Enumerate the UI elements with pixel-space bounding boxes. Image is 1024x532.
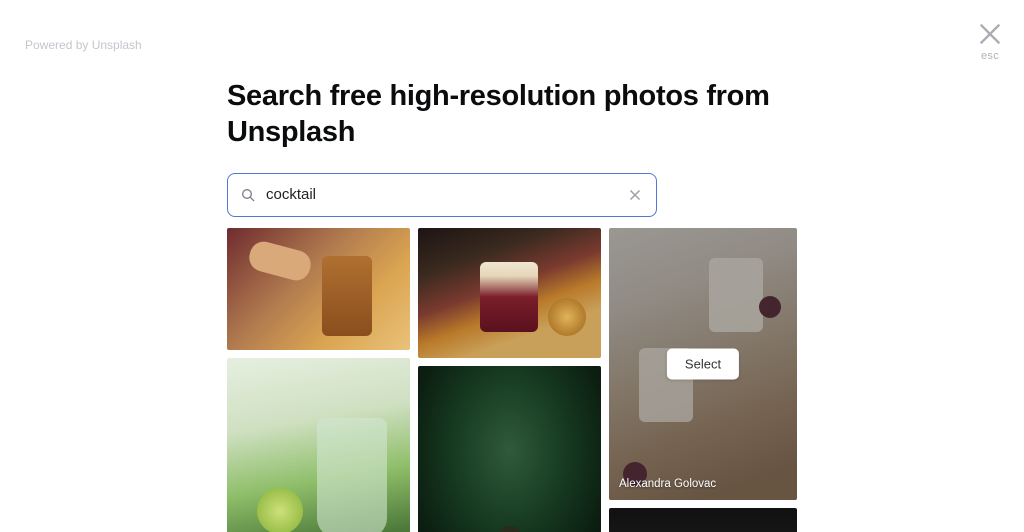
result-thumbnail[interactable] bbox=[227, 228, 410, 350]
search-box[interactable] bbox=[227, 173, 657, 217]
result-thumbnail[interactable] bbox=[418, 366, 601, 532]
clear-search-button[interactable] bbox=[626, 186, 644, 204]
search-section: Search free high-resolution photos from … bbox=[227, 78, 797, 217]
powered-by-label: Powered by Unsplash bbox=[25, 38, 142, 52]
result-thumbnail[interactable] bbox=[227, 358, 410, 532]
close-button[interactable]: esc bbox=[976, 20, 1004, 62]
search-icon bbox=[240, 187, 256, 203]
search-input[interactable] bbox=[266, 186, 626, 203]
select-button[interactable]: Select bbox=[667, 349, 739, 380]
search-heading: Search free high-resolution photos from … bbox=[227, 78, 797, 151]
esc-hint: esc bbox=[976, 50, 1004, 62]
photo-attribution: Alexandra Golovac bbox=[619, 478, 716, 490]
result-thumbnail-hovered[interactable]: Select Alexandra Golovac bbox=[609, 228, 797, 500]
result-thumbnail[interactable] bbox=[418, 228, 601, 358]
result-thumbnail[interactable] bbox=[609, 508, 797, 532]
unsplash-search-modal: Powered by Unsplash esc Search free high… bbox=[0, 0, 1024, 532]
results-gallery: Select Alexandra Golovac bbox=[227, 228, 797, 532]
close-icon bbox=[976, 20, 1004, 48]
